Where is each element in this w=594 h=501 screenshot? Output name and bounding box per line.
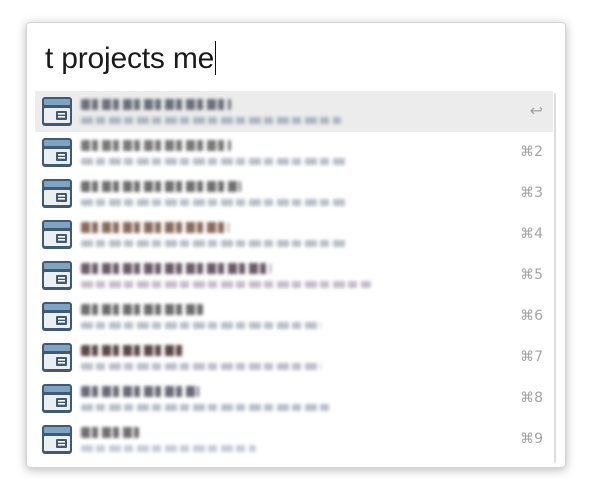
web-link-card-icon (41, 96, 73, 127)
result-item[interactable]: ⌘8 (35, 378, 553, 419)
result-title-redacted (81, 304, 203, 315)
result-subtitle-redacted (81, 199, 346, 206)
result-title-redacted (81, 345, 186, 356)
results-list: ↩ ⌘2 ⌘3 ⌘4 ⌘5 ⌘6 ⌘7 ⌘8 ⌘9 (35, 91, 553, 460)
result-title-redacted (81, 386, 199, 397)
result-subtitle-redacted (81, 363, 321, 370)
result-item[interactable]: ⌘6 (35, 296, 553, 337)
search-query-row[interactable]: t projects me (27, 23, 565, 91)
result-subtitle-redacted (81, 158, 346, 165)
scrollbar[interactable] (554, 93, 556, 463)
result-shortcut-hint: ⌘9 (520, 431, 543, 447)
result-subtitle-redacted (81, 281, 371, 288)
result-title-redacted (81, 263, 271, 274)
result-shortcut-hint: ↩ (529, 101, 543, 120)
result-item[interactable]: ⌘2 (35, 132, 553, 173)
web-link-card-icon (41, 424, 73, 455)
web-link-card-icon (41, 260, 73, 291)
result-item[interactable]: ⌘9 (35, 419, 553, 460)
result-title-redacted (81, 222, 229, 233)
search-query-input[interactable]: t projects me (45, 41, 217, 77)
launcher-window: t projects me ↩ ⌘2 ⌘3 ⌘4 ⌘5 ⌘6 ⌘7 ⌘8 ⌘9 (26, 22, 566, 468)
result-title-redacted (81, 181, 241, 192)
result-item[interactable]: ↩ (35, 91, 553, 132)
result-subtitle-redacted (81, 322, 321, 329)
result-title-redacted (81, 99, 231, 110)
web-link-card-icon (41, 301, 73, 332)
result-item[interactable]: ⌘7 (35, 337, 553, 378)
result-subtitle-redacted (81, 117, 341, 124)
result-subtitle-redacted (81, 445, 256, 452)
web-link-card-icon (41, 383, 73, 414)
result-shortcut-hint: ⌘6 (520, 308, 543, 324)
web-link-card-icon (41, 219, 73, 250)
result-item[interactable]: ⌘5 (35, 255, 553, 296)
web-link-card-icon (41, 178, 73, 209)
web-link-card-icon (41, 342, 73, 373)
result-title-redacted (81, 427, 139, 438)
result-item[interactable]: ⌘3 (35, 173, 553, 214)
result-shortcut-hint: ⌘7 (520, 349, 543, 365)
result-title-redacted (81, 140, 231, 151)
result-shortcut-hint: ⌘3 (520, 185, 543, 201)
search-query-text: t projects me (45, 42, 215, 75)
result-shortcut-hint: ⌘2 (520, 144, 543, 160)
result-shortcut-hint: ⌘5 (520, 267, 543, 283)
result-item[interactable]: ⌘4 (35, 214, 553, 255)
result-shortcut-hint: ⌘4 (520, 226, 543, 242)
result-shortcut-hint: ⌘8 (520, 390, 543, 406)
web-link-card-icon (41, 137, 73, 168)
result-subtitle-redacted (81, 240, 346, 247)
result-subtitle-redacted (81, 404, 331, 411)
text-caret (215, 41, 217, 75)
